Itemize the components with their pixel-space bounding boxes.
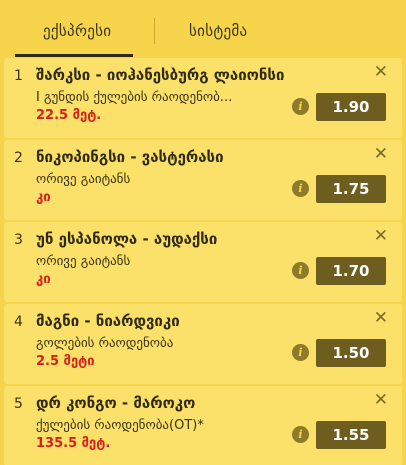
tab-express[interactable]: ექსპრესი (14, 22, 134, 57)
bet-selection: კი (36, 190, 51, 205)
bet-item: 1 შარკსი - იოჰანესბურგ ლაიონსი I გუნდის … (4, 58, 402, 138)
bet-selection: 135.5 მეტ. (36, 436, 111, 451)
bet-number: 5 (14, 396, 23, 412)
bet-market: ქულების რაოდენობა(OT)* (36, 418, 204, 433)
tab-system[interactable]: სისტემა (189, 22, 247, 40)
bet-market: ორივე გაიტანს (36, 172, 131, 187)
close-icon[interactable]: ✕ (374, 310, 388, 327)
bet-market: I გუნდის ქულების რაოდენობ... (36, 90, 233, 105)
bet-item: 2 ნიკოპინგსი - ვასტერასი ორივე გაიტანს კ… (4, 140, 402, 220)
bet-market: ორივე გაიტანს (36, 254, 131, 269)
bet-selection: კი (36, 272, 51, 287)
odds-button[interactable]: 1.90 (316, 93, 386, 121)
info-icon[interactable]: i (292, 344, 309, 361)
tab-divider (154, 18, 155, 44)
bet-teams: ნიკოპინგსი - ვასტერასი (36, 148, 224, 166)
odds-button[interactable]: 1.50 (316, 339, 386, 367)
info-icon[interactable]: i (292, 98, 309, 115)
odds-button[interactable]: 1.75 (316, 175, 386, 203)
bet-selection: 22.5 მეტ. (36, 108, 102, 123)
bet-teams: შარკსი - იოჰანესბურგ ლაიონსი (36, 66, 285, 84)
bet-item: 5 დრ კონგო - მაროკო ქულების რაოდენობა(OT… (4, 386, 402, 465)
close-icon[interactable]: ✕ (374, 392, 388, 409)
bet-market: გოლების რაოდენობა (36, 336, 174, 351)
bet-item: 4 მაგნი - ნიარდვიკი გოლების რაოდენობა 2.… (4, 304, 402, 384)
close-icon[interactable]: ✕ (374, 146, 388, 163)
bet-number: 1 (14, 68, 23, 84)
info-icon[interactable]: i (292, 180, 309, 197)
info-icon[interactable]: i (292, 426, 309, 443)
bet-list: 1 შარკსი - იოჰანესბურგ ლაიონსი I გუნდის … (4, 58, 402, 465)
betslip-panel: ექსპრესი სისტემა 1 შარკსი - იოჰანესბურგ … (0, 0, 406, 465)
odds-button[interactable]: 1.70 (316, 257, 386, 285)
bet-number: 2 (14, 150, 23, 166)
bet-number: 4 (14, 314, 23, 330)
bet-item: 3 უნ ესპანოლა - აუდაქსი ორივე გაიტანს კი… (4, 222, 402, 302)
close-icon[interactable]: ✕ (374, 64, 388, 81)
bet-number: 3 (14, 232, 23, 248)
bet-selection: 2.5 მეტი (36, 354, 95, 369)
close-icon[interactable]: ✕ (374, 228, 388, 245)
bet-teams: უნ ესპანოლა - აუდაქსი (36, 230, 218, 248)
odds-button[interactable]: 1.55 (316, 421, 386, 449)
info-icon[interactable]: i (292, 262, 309, 279)
bet-teams: მაგნი - ნიარდვიკი (36, 312, 180, 330)
bet-teams: დრ კონგო - მაროკო (36, 394, 196, 412)
betslip-tabs: ექსპრესი სისტემა (4, 0, 402, 58)
